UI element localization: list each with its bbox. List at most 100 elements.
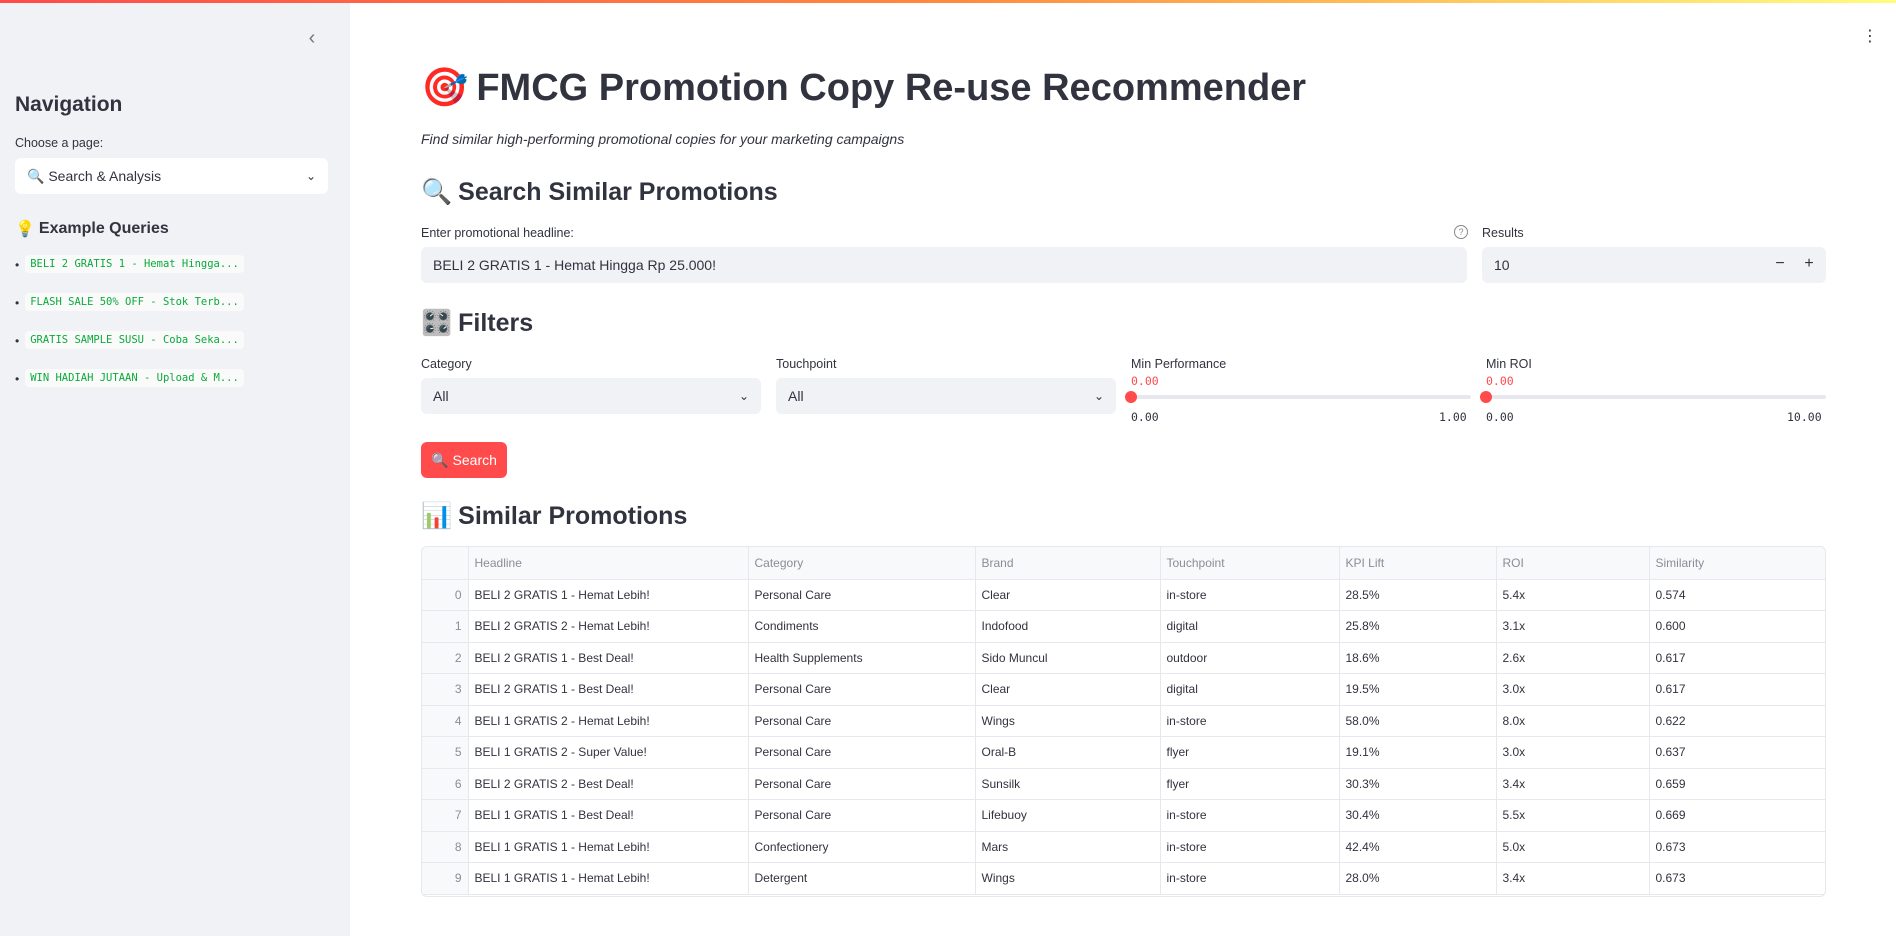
- cell-headline[interactable]: BELI 2 GRATIS 2 - Hemat Lebih!: [468, 610, 749, 643]
- example-query[interactable]: FLASH SALE 50% OFF - Stok Terb...: [25, 293, 244, 311]
- cell-category[interactable]: Personal Care: [748, 736, 976, 769]
- table-row[interactable]: 3 BELI 2 GRATIS 1 - Best Deal! Personal Ca…: [422, 673, 1825, 706]
- cell-category[interactable]: Detergent: [748, 862, 976, 895]
- example-query[interactable]: WIN HADIAH JUTAAN - Upload & M...: [25, 369, 244, 387]
- cell-category[interactable]: Confectionery: [748, 831, 976, 863]
- cell-touchpoint[interactable]: in-store: [1160, 579, 1340, 611]
- cell-roi[interactable]: 3.0x: [1496, 673, 1650, 706]
- cell-category[interactable]: Personal Care: [748, 579, 976, 611]
- column-header-brand[interactable]: Brand: [975, 547, 1161, 580]
- cell-similarity[interactable]: 0.637: [1649, 736, 1825, 769]
- results-table[interactable]: Headline Category Brand Touchpoint KPI L…: [421, 546, 1826, 897]
- row-index[interactable]: 6: [422, 768, 469, 800]
- cell-roi[interactable]: 3.4x: [1496, 862, 1650, 895]
- cell-brand[interactable]: Wings: [975, 862, 1161, 895]
- cell-roi[interactable]: 3.4x: [1496, 768, 1650, 800]
- cell-touchpoint[interactable]: in-store: [1160, 705, 1340, 737]
- cell-roi[interactable]: 3.0x: [1496, 736, 1650, 769]
- cell-category[interactable]: Health Supplements: [748, 642, 976, 674]
- cell-touchpoint[interactable]: flyer: [1160, 768, 1340, 800]
- cell-roi[interactable]: 5.0x: [1496, 831, 1650, 863]
- table-row[interactable]: 0 BELI 2 GRATIS 1 - Hemat Lebih! Personal …: [422, 579, 1825, 611]
- cell-similarity[interactable]: 0.659: [1649, 768, 1825, 800]
- category-select[interactable]: All ⌄: [421, 378, 761, 414]
- headline-input[interactable]: BELI 2 GRATIS 1 - Hemat Hingga Rp 25.000…: [421, 247, 1467, 283]
- row-index[interactable]: 9: [422, 862, 469, 895]
- column-header-touchpoint[interactable]: Touchpoint: [1160, 547, 1340, 580]
- row-index[interactable]: 4: [422, 705, 469, 737]
- main-menu-button[interactable]: ⋮: [1862, 26, 1878, 46]
- cell-similarity[interactable]: 0.574: [1649, 579, 1825, 611]
- cell-touchpoint[interactable]: in-store: [1160, 831, 1340, 863]
- cell-similarity[interactable]: 0.617: [1649, 642, 1825, 674]
- cell-touchpoint[interactable]: in-store: [1160, 799, 1340, 832]
- cell-touchpoint[interactable]: flyer: [1160, 736, 1340, 769]
- cell-touchpoint[interactable]: outdoor: [1160, 642, 1340, 674]
- cell-similarity[interactable]: 0.617: [1649, 673, 1825, 706]
- cell-brand[interactable]: Sunsilk: [975, 768, 1161, 800]
- cell-category[interactable]: Personal Care: [748, 799, 976, 832]
- cell-roi[interactable]: 3.1x: [1496, 610, 1650, 643]
- row-index[interactable]: 1: [422, 610, 469, 643]
- cell-kpi-lift[interactable]: 19.5%: [1339, 673, 1497, 706]
- increment-button[interactable]: +: [1799, 255, 1819, 273]
- cell-headline[interactable]: BELI 1 GRATIS 1 - Best Deal!: [468, 799, 749, 832]
- cell-kpi-lift[interactable]: 18.6%: [1339, 642, 1497, 674]
- cell-headline[interactable]: BELI 1 GRATIS 2 - Super Value!: [468, 736, 749, 769]
- table-row[interactable]: 8 BELI 1 GRATIS 1 - Hemat Lebih! Confectio…: [422, 831, 1825, 863]
- cell-touchpoint[interactable]: in-store: [1160, 862, 1340, 895]
- cell-headline[interactable]: BELI 1 GRATIS 2 - Hemat Lebih!: [468, 705, 749, 737]
- cell-kpi-lift[interactable]: 58.0%: [1339, 705, 1497, 737]
- touchpoint-select[interactable]: All ⌄: [776, 378, 1116, 414]
- cell-kpi-lift[interactable]: 25.8%: [1339, 610, 1497, 643]
- cell-category[interactable]: Personal Care: [748, 705, 976, 737]
- page-select[interactable]: 🔍 Search & Analysis ⌄: [15, 158, 328, 194]
- column-header-roi[interactable]: ROI: [1496, 547, 1650, 580]
- column-header-headline[interactable]: Headline: [468, 547, 749, 580]
- cell-category[interactable]: Personal Care: [748, 673, 976, 706]
- cell-kpi-lift[interactable]: 28.5%: [1339, 579, 1497, 611]
- example-query[interactable]: GRATIS SAMPLE SUSU - Coba Seka...: [25, 331, 244, 349]
- row-index[interactable]: 5: [422, 736, 469, 769]
- table-row[interactable]: 7 BELI 1 GRATIS 1 - Best Deal! Personal Ca…: [422, 799, 1825, 832]
- example-query[interactable]: BELI 2 GRATIS 1 - Hemat Hingga...: [25, 255, 244, 273]
- row-index[interactable]: 8: [422, 831, 469, 863]
- cell-similarity[interactable]: 0.622: [1649, 705, 1825, 737]
- decrement-button[interactable]: −: [1770, 255, 1790, 273]
- table-row[interactable]: 2 BELI 2 GRATIS 1 - Best Deal! Health Supp…: [422, 642, 1825, 674]
- column-header-category[interactable]: Category: [748, 547, 976, 580]
- collapse-sidebar-button[interactable]: ‹: [302, 28, 322, 48]
- min-roi-track[interactable]: [1486, 395, 1826, 399]
- table-row[interactable]: 1 BELI 2 GRATIS 2 - Hemat Lebih! Condiment…: [422, 610, 1825, 643]
- cell-headline[interactable]: BELI 1 GRATIS 1 - Hemat Lebih!: [468, 862, 749, 895]
- row-index[interactable]: 2: [422, 642, 469, 674]
- cell-kpi-lift[interactable]: 30.3%: [1339, 768, 1497, 800]
- cell-brand[interactable]: Clear: [975, 673, 1161, 706]
- cell-kpi-lift[interactable]: 19.1%: [1339, 736, 1497, 769]
- cell-kpi-lift[interactable]: 28.0%: [1339, 862, 1497, 895]
- cell-category[interactable]: Condiments: [748, 610, 976, 643]
- cell-kpi-lift[interactable]: 30.4%: [1339, 799, 1497, 832]
- cell-roi[interactable]: 5.4x: [1496, 579, 1650, 611]
- min-performance-thumb[interactable]: [1125, 391, 1137, 403]
- table-row[interactable]: 4 BELI 1 GRATIS 2 - Hemat Lebih! Personal …: [422, 705, 1825, 737]
- table-row[interactable]: 9 BELI 1 GRATIS 1 - Hemat Lebih! Detergent…: [422, 862, 1825, 895]
- cell-brand[interactable]: Sido Muncul: [975, 642, 1161, 674]
- cell-similarity[interactable]: 0.673: [1649, 831, 1825, 863]
- cell-headline[interactable]: BELI 2 GRATIS 2 - Best Deal!: [468, 768, 749, 800]
- column-header-kpi-lift[interactable]: KPI Lift: [1339, 547, 1497, 580]
- cell-brand[interactable]: Oral-B: [975, 736, 1161, 769]
- cell-brand[interactable]: Mars: [975, 831, 1161, 863]
- cell-headline[interactable]: BELI 2 GRATIS 1 - Best Deal!: [468, 673, 749, 706]
- cell-similarity[interactable]: 0.673: [1649, 862, 1825, 895]
- cell-touchpoint[interactable]: digital: [1160, 673, 1340, 706]
- cell-brand[interactable]: Clear: [975, 579, 1161, 611]
- min-roi-thumb[interactable]: [1480, 391, 1492, 403]
- table-row[interactable]: 5 BELI 1 GRATIS 2 - Super Value! Personal …: [422, 736, 1825, 769]
- cell-brand[interactable]: Wings: [975, 705, 1161, 737]
- cell-similarity[interactable]: 0.600: [1649, 610, 1825, 643]
- cell-roi[interactable]: 8.0x: [1496, 705, 1650, 737]
- cell-brand[interactable]: Lifebuoy: [975, 799, 1161, 832]
- row-index[interactable]: 3: [422, 673, 469, 706]
- help-icon[interactable]: ?: [1454, 225, 1468, 239]
